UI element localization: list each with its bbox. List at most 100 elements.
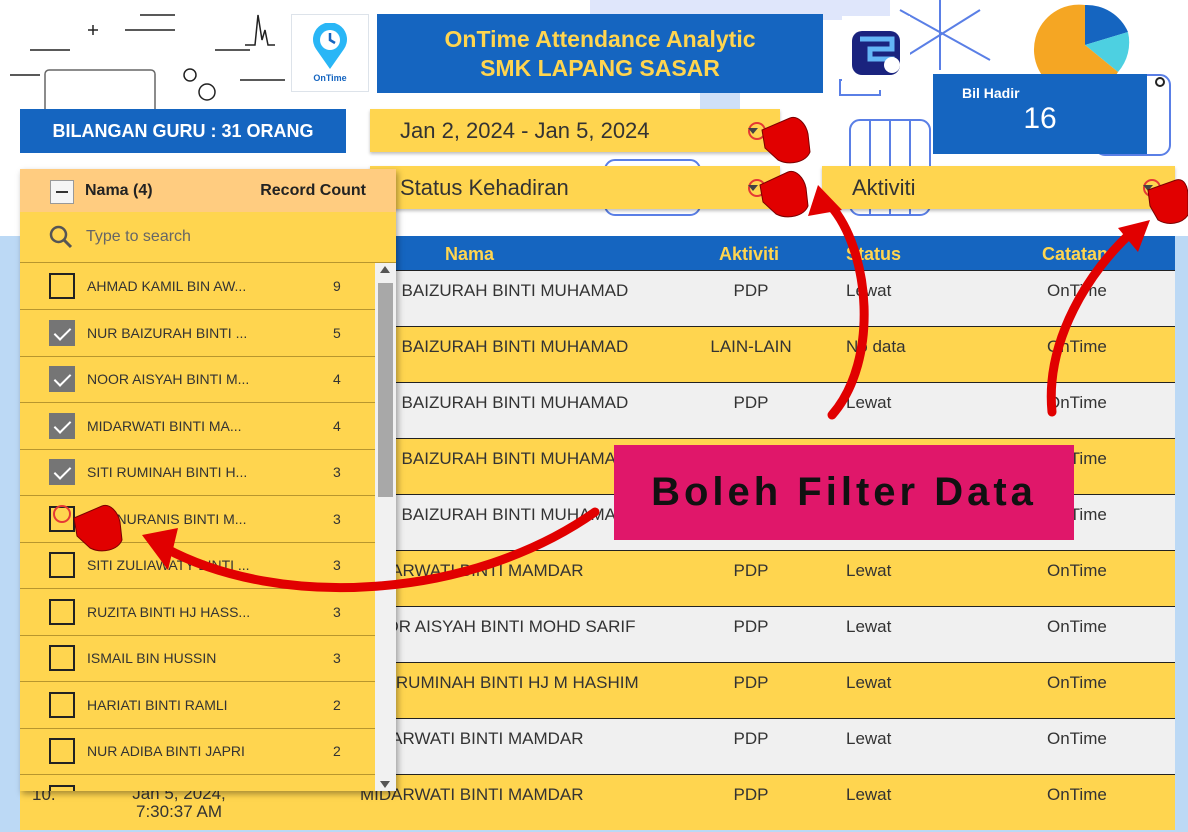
- chevron-down-icon: [748, 184, 758, 191]
- bil-hadir-value: 16: [1023, 102, 1057, 135]
- checkbox-checked[interactable]: [49, 412, 75, 439]
- filter-list-item[interactable]: NUR BAIZURAH BINTI ... 5: [20, 310, 375, 357]
- filter-list-item[interactable]: RUZITA BINTI HJ HASS... 3: [20, 589, 375, 636]
- row-catatan: OnTime: [1047, 281, 1107, 300]
- row-catatan: OnTime: [1047, 561, 1107, 580]
- title-line-2: SMK LAPANG SASAR: [480, 54, 720, 81]
- row-aktiviti: PDP: [733, 785, 769, 804]
- row-aktiviti: PDP: [733, 673, 769, 692]
- callout-text: Boleh Filter Data: [651, 470, 1037, 514]
- deselect-all-checkbox[interactable]: [50, 180, 74, 204]
- date-range-dropdown[interactable]: Jan 2, 2024 - Jan 5, 2024: [370, 109, 780, 152]
- checkbox[interactable]: [49, 552, 75, 578]
- filter-item-count: 2: [333, 790, 341, 792]
- location-pin-icon: [313, 23, 347, 69]
- filter-item-count: 2: [333, 743, 341, 759]
- row-nama: SITI RUMINAH BINTI HJ M HASHIM: [360, 673, 639, 692]
- filter-record-count-label: Record Count: [260, 182, 366, 199]
- row-catatan: OnTime: [1047, 393, 1107, 412]
- filter-list-item[interactable]: NUR ADIBA BINTI JAPRI 2: [20, 728, 375, 775]
- filter-item-label: SITI ZULIAWATY BINTI ...: [87, 557, 250, 573]
- filter-item-label: NUR BAIZURAH BINTI ...: [87, 324, 248, 341]
- filter-search-row: [20, 212, 396, 263]
- checkbox[interactable]: [49, 598, 75, 625]
- filter-item-count: 5: [333, 324, 341, 341]
- filter-list-item[interactable]: ISMAIL BIN HUSSIN 3: [20, 635, 375, 682]
- checkbox-checked[interactable]: [49, 459, 75, 485]
- filter-item-count: 2: [333, 696, 341, 713]
- filter-list-item[interactable]: SITI RUMINAH BINTI H... 3: [20, 449, 375, 496]
- ontime-logo: OnTime: [291, 14, 369, 92]
- filter-list-item[interactable]: AHMAD KAMIL BIN AW... 9: [20, 263, 375, 310]
- header-catatan[interactable]: Catatan: [1042, 236, 1108, 270]
- row-aktiviti: PDP: [733, 393, 769, 412]
- filter-list-item[interactable]: NOR RASHIDAH BINTI ... 2: [20, 775, 375, 792]
- filter-list-item[interactable]: SITI NURANIS BINTI M... 3: [20, 496, 375, 543]
- row-status: Lewat: [846, 281, 892, 300]
- filter-field-name: Nama (4): [85, 182, 153, 199]
- scroll-down-icon[interactable]: [380, 781, 390, 788]
- row-aktiviti: PDP: [733, 617, 769, 636]
- bilangan-guru-badge: BILANGAN GURU : 31 ORANG: [20, 109, 346, 153]
- row-status: Lewat: [846, 785, 892, 804]
- bil-hadir-card: Bil Hadir 16: [933, 74, 1147, 154]
- row-status: Lewat: [846, 729, 892, 748]
- row-nama: NOOR AISYAH BINTI MOHD SARIF: [360, 617, 636, 636]
- filter-item-count: 3: [333, 557, 341, 573]
- filter-list-item[interactable]: MIDARWATI BINTI MA... 4: [20, 403, 375, 450]
- emblem-icon: [852, 31, 900, 75]
- chevron-down-icon: [748, 127, 758, 134]
- scroll-thumb[interactable]: [378, 283, 393, 497]
- row-status: Lewat: [846, 393, 892, 412]
- status-kehadiran-dropdown[interactable]: Status Kehadiran: [370, 166, 780, 209]
- checkbox-checked[interactable]: [49, 319, 75, 346]
- filter-scrollbar[interactable]: [375, 263, 396, 791]
- checkbox[interactable]: [49, 273, 75, 299]
- checkbox[interactable]: [49, 691, 75, 718]
- row-nama: NUR BAIZURAH BINTI MUHAMAD: [360, 449, 629, 468]
- filter-item-count: 4: [333, 371, 341, 387]
- checkbox-checked[interactable]: [49, 366, 75, 392]
- checkbox[interactable]: [49, 645, 75, 671]
- scroll-up-icon[interactable]: [380, 266, 390, 273]
- filter-item-label: RUZITA BINTI HJ HASS...: [87, 603, 251, 620]
- row-aktiviti: PDP: [733, 281, 769, 300]
- header-status[interactable]: Status: [846, 236, 901, 270]
- row-aktiviti: LAIN-LAIN: [710, 337, 792, 356]
- filter-item-count: 3: [333, 464, 341, 480]
- filter-panel-header: Nama (4) Record Count: [20, 169, 396, 212]
- row-status: No data: [846, 337, 906, 356]
- checkbox[interactable]: [49, 505, 75, 532]
- checkbox[interactable]: [49, 784, 75, 791]
- row-catatan: OnTime: [1047, 673, 1107, 692]
- row-catatan: OnTime: [1047, 337, 1107, 356]
- row-catatan: OnTime: [1047, 617, 1107, 636]
- aktiviti-label: Aktiviti: [852, 174, 916, 200]
- filter-item-count: 3: [333, 650, 341, 666]
- status-kehadiran-label: Status Kehadiran: [400, 174, 569, 200]
- filter-callout: Boleh Filter Data: [614, 445, 1074, 540]
- date-range-value: Jan 2, 2024 - Jan 5, 2024: [400, 117, 650, 143]
- title-line-1: OnTime Attendance Analytic: [444, 25, 756, 52]
- filter-list-item[interactable]: HARIATI BINTI RAMLI 2: [20, 682, 375, 729]
- aktiviti-dropdown[interactable]: Aktiviti: [822, 166, 1175, 209]
- filter-item-count: 3: [333, 510, 341, 527]
- filter-item-count: 9: [333, 278, 341, 294]
- header-nama[interactable]: Nama: [445, 236, 494, 270]
- filter-search-input[interactable]: [86, 224, 366, 250]
- checkbox[interactable]: [49, 738, 75, 764]
- row-catatan: OnTime: [1047, 785, 1107, 804]
- filter-item-label: SITI NURANIS BINTI M...: [87, 510, 247, 527]
- filter-list-item[interactable]: NOOR AISYAH BINTI M... 4: [20, 356, 375, 403]
- row-status: Lewat: [846, 561, 892, 580]
- filter-item-count: 4: [333, 417, 341, 434]
- row-status: Lewat: [846, 673, 892, 692]
- chevron-down-icon: [1143, 184, 1153, 191]
- school-logo: [842, 16, 910, 90]
- header-aktiviti[interactable]: Aktiviti: [719, 236, 779, 270]
- filter-item-label: HARIATI BINTI RAMLI: [87, 696, 228, 713]
- filter-item-label: NUR ADIBA BINTI JAPRI: [87, 743, 245, 759]
- row-aktiviti: PDP: [733, 729, 769, 748]
- filter-list-item[interactable]: SITI ZULIAWATY BINTI ... 3: [20, 542, 375, 589]
- row-catatan: OnTime: [1047, 729, 1107, 748]
